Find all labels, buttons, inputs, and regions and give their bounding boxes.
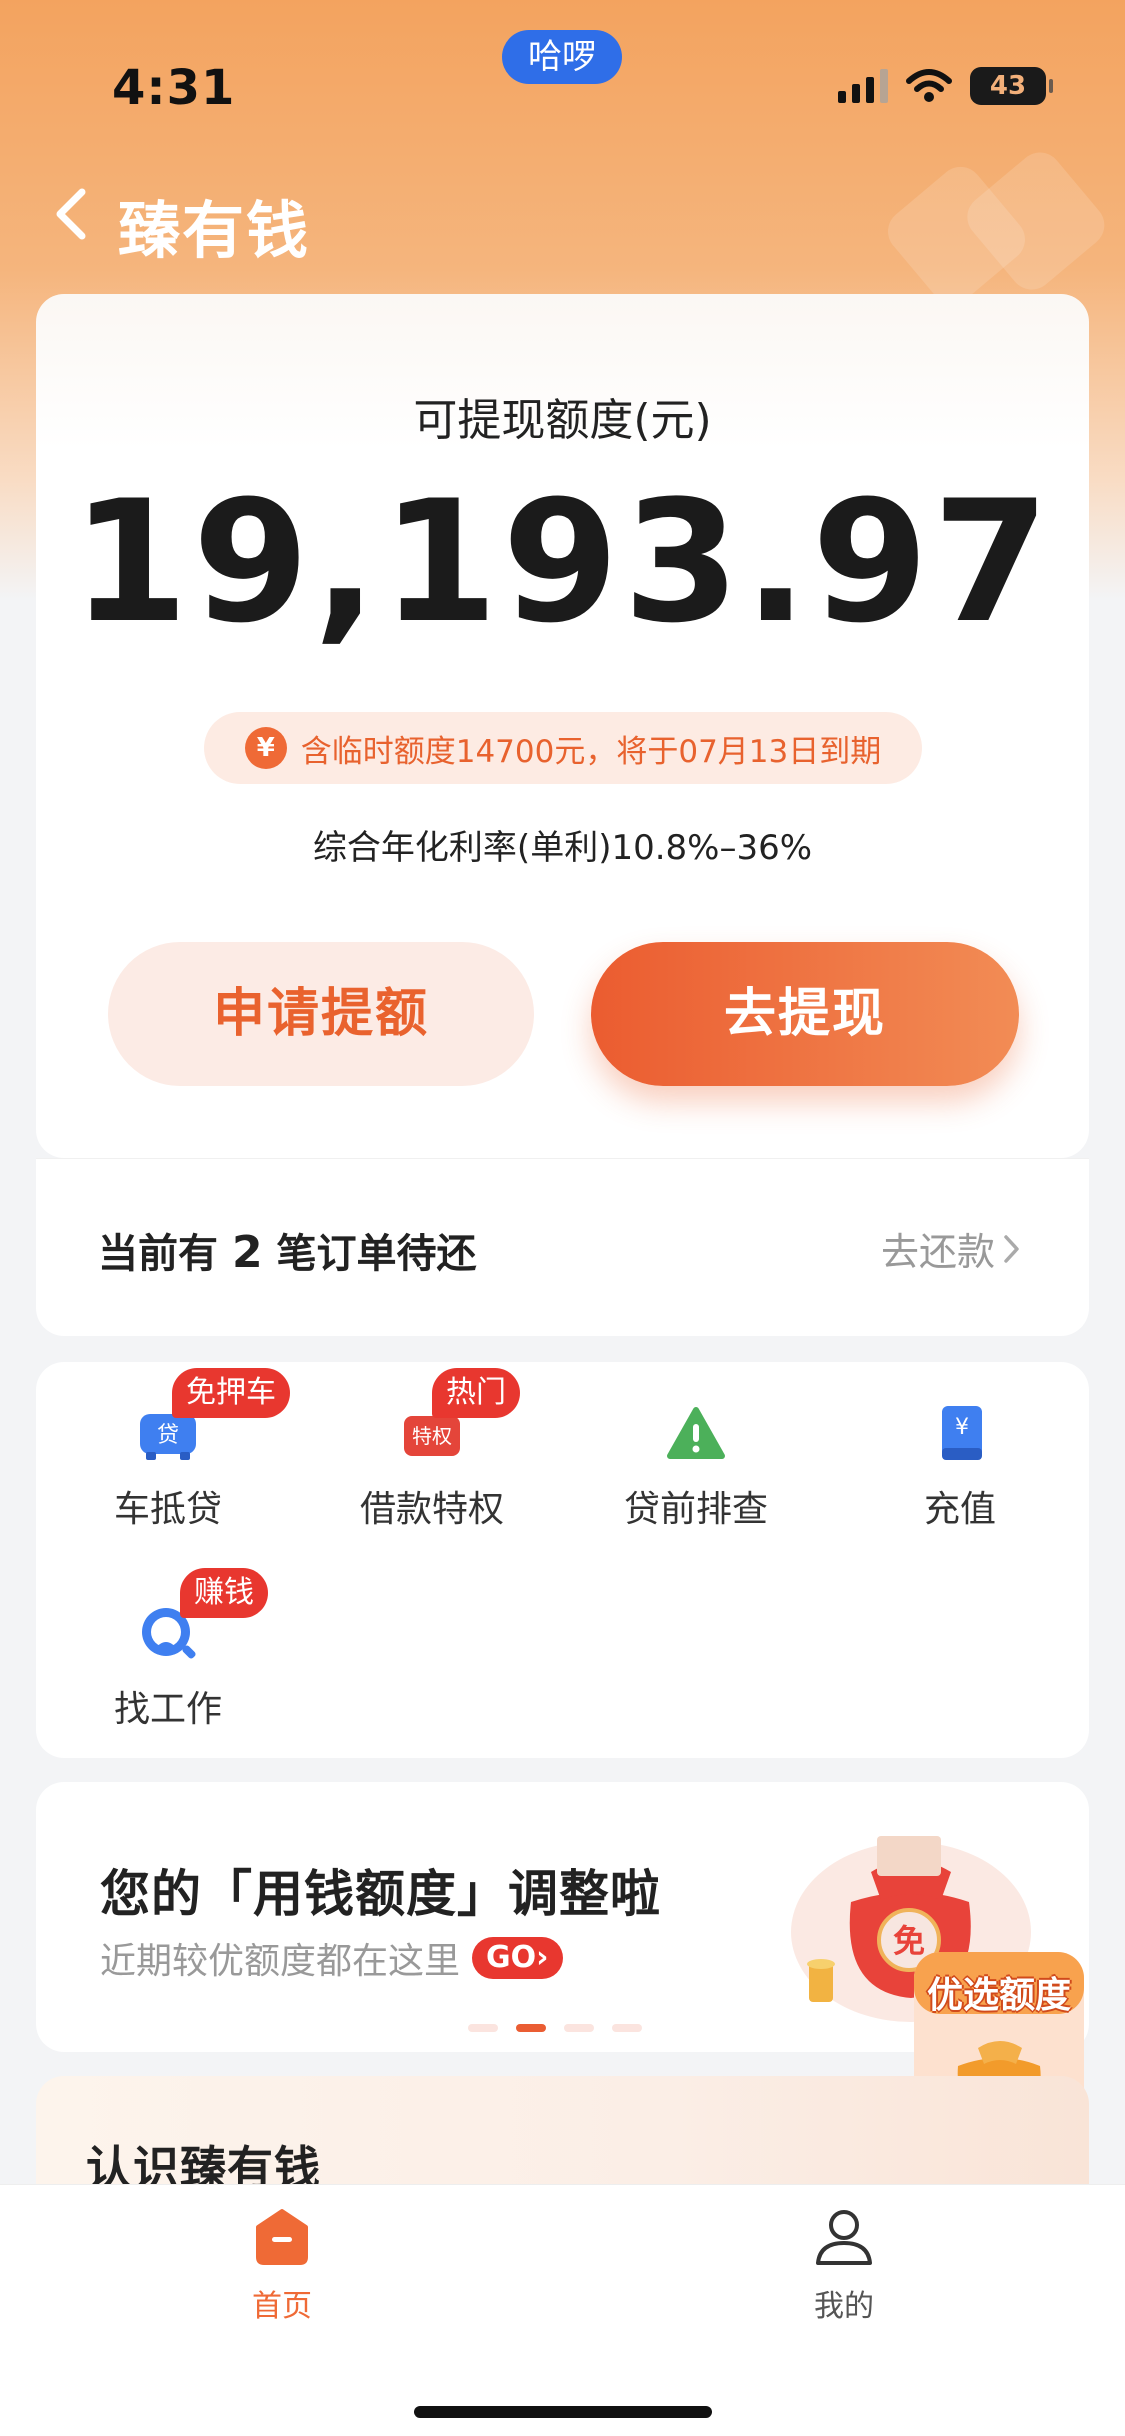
nav-bar: 臻有钱 (0, 160, 1125, 270)
repay-link-label: 去还款 (880, 1230, 995, 1274)
svg-text:特权: 特权 (412, 1424, 452, 1448)
tab-mine-label: 我的 (814, 2289, 874, 2324)
status-bar: 4:31 哈啰 43 (0, 0, 1125, 140)
withdraw-button[interactable]: 去提现 (591, 942, 1019, 1086)
tab-mine[interactable]: 我的 (744, 2205, 944, 2325)
interest-rate-text: 综合年化利率(单利)10.8%–36% (312, 828, 813, 868)
status-icons: 43 (838, 62, 1053, 110)
service-label: 充值 (923, 1489, 996, 1530)
orders-count: 2 (231, 1227, 263, 1278)
carousel-dots (468, 2024, 642, 2032)
home-icon (256, 2209, 308, 2265)
quota-label: 可提现额度(元) (413, 395, 712, 446)
carousel-dot (612, 2024, 642, 2032)
app-pill[interactable]: 哈啰 (502, 30, 622, 84)
carousel-dot (468, 2024, 498, 2032)
service-badge: 免押车 (172, 1368, 290, 1418)
temporary-quota-text: 含临时额度14700元，将于07月13日到期 (300, 733, 882, 770)
cellular-signal-icon (838, 69, 888, 103)
page-title: 臻有钱 (118, 194, 311, 267)
apply-increase-button[interactable]: 申请提额 (108, 942, 534, 1086)
svg-text:¥: ¥ (955, 1415, 969, 1440)
tab-home-label: 首页 (252, 2289, 312, 2324)
service-label: 借款特权 (359, 1489, 504, 1530)
status-time: 4:31 (112, 60, 236, 116)
battery-icon: 43 (970, 67, 1053, 105)
carousel-dot (564, 2024, 594, 2032)
service-badge: 赚钱 (180, 1568, 268, 1618)
banner-title: 您的「用钱额度」调整啦 (100, 1865, 661, 1923)
carousel-dot-active (516, 2024, 546, 2032)
user-icon (816, 2210, 872, 2265)
services-grid: 贷 免押车 车抵贷 特权 热门 借款特权 贷前排查 ¥ 充值 赚钱 找工作 (36, 1362, 1089, 1758)
svg-text:贷: 贷 (157, 1423, 179, 1448)
orders-suffix: 笔订单待还 (276, 1231, 477, 1277)
service-loan-privilege[interactable]: 特权 热门 借款特权 (300, 1362, 564, 1530)
service-recharge[interactable]: ¥ 充值 (828, 1362, 1092, 1530)
service-find-job[interactable]: 赚钱 找工作 (36, 1562, 300, 1730)
banner-subtitle-row: 近期较优额度都在这里 GO› (100, 1932, 563, 1984)
go-tag[interactable]: GO› (472, 1937, 563, 1979)
orders-prefix: 当前有 (98, 1231, 218, 1277)
temporary-quota-notice: ¥ 含临时额度14700元，将于07月13日到期 (204, 712, 922, 784)
wifi-icon (906, 69, 952, 102)
pending-orders-text: 当前有 2 笔订单待还 (98, 1221, 477, 1279)
service-car-loan[interactable]: 贷 免押车 车抵贷 (36, 1362, 300, 1530)
recharge-card-icon: ¥ (942, 1406, 982, 1460)
warning-icon (667, 1407, 725, 1459)
service-label: 找工作 (113, 1689, 222, 1730)
service-pre-loan-check[interactable]: 贷前排查 (564, 1362, 828, 1530)
quota-amount: 19,193.97 (71, 464, 1054, 660)
yen-icon: ¥ (244, 727, 287, 769)
tab-home[interactable]: 首页 (182, 2205, 382, 2325)
repay-link[interactable]: 去还款 (881, 1221, 1023, 1276)
floating-promo-label: 优选额度 (926, 1975, 1071, 2016)
pending-orders-row[interactable]: 当前有 2 笔订单待还 去还款 (36, 1158, 1089, 1336)
tab-bar: 首页 我的 (0, 2184, 1125, 2436)
back-arrow-icon[interactable] (48, 182, 96, 246)
service-label: 贷前排查 (623, 1489, 768, 1530)
quota-card: 可提现额度(元) 19,193.97 ¥ 含临时额度14700元，将于07月13… (36, 294, 1089, 1158)
service-badge: 热门 (432, 1368, 520, 1418)
home-indicator (414, 2406, 712, 2418)
banner-subtitle: 近期较优额度都在这里 (100, 1941, 461, 1982)
service-label: 车抵贷 (113, 1489, 222, 1530)
chevron-right-icon (1004, 1234, 1019, 1263)
